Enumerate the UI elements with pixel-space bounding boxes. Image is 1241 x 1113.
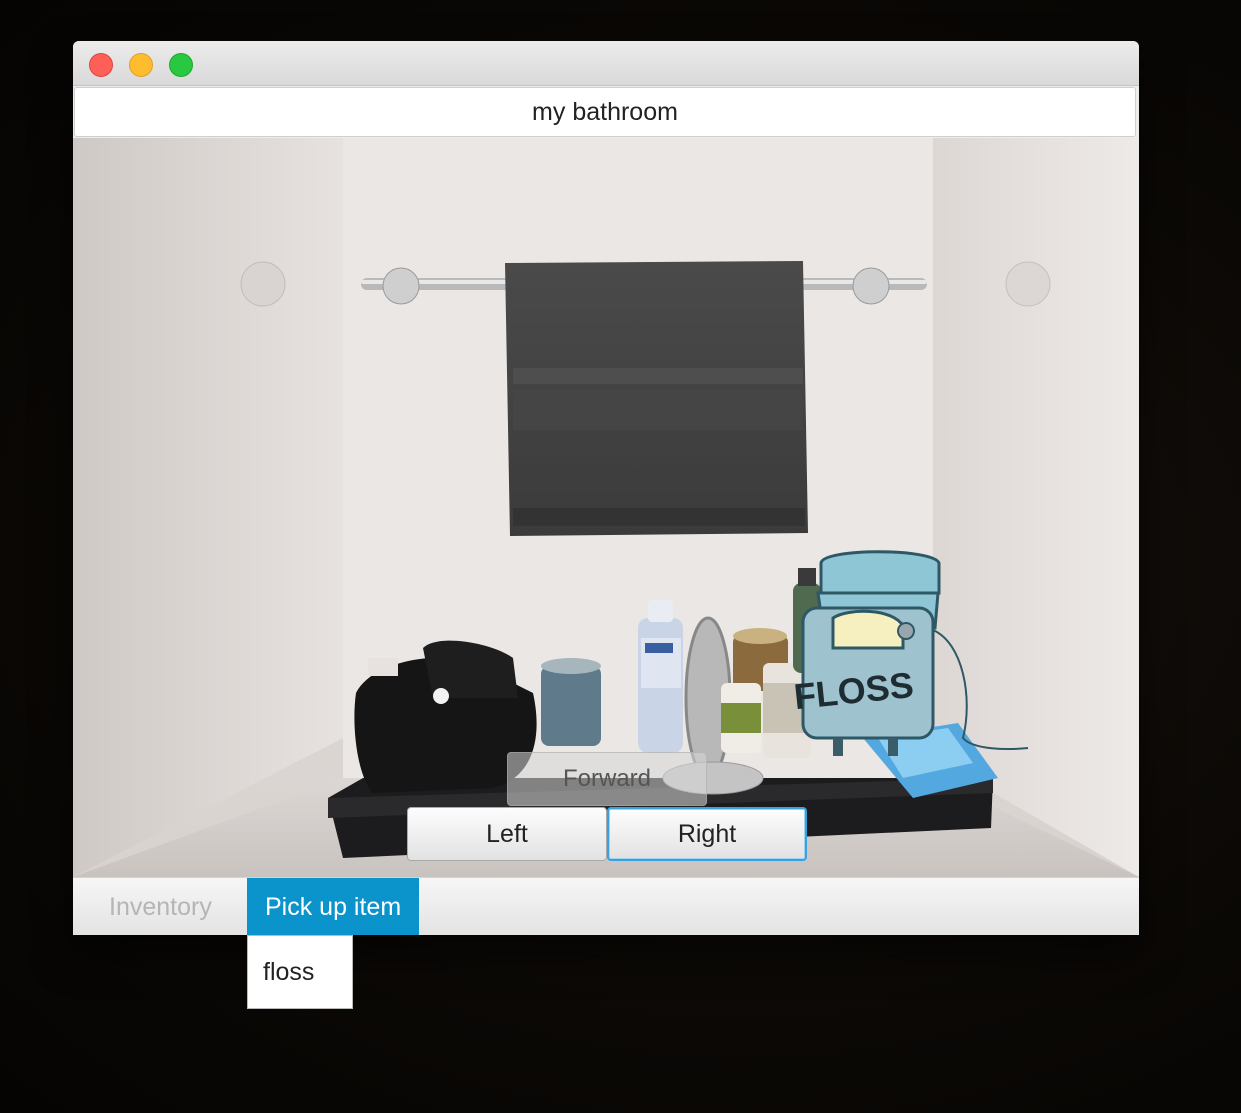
- zoom-window-button[interactable]: [169, 53, 193, 77]
- title-bar[interactable]: [73, 41, 1139, 86]
- pickup-menu-item-floss[interactable]: floss: [247, 935, 353, 1009]
- right-button[interactable]: Right: [607, 807, 807, 861]
- forward-button[interactable]: Forward: [507, 752, 707, 806]
- close-window-button[interactable]: [89, 53, 113, 77]
- app-window: my bathroom FLOSS Forward Left Right Inv…: [73, 41, 1139, 935]
- left-button[interactable]: Left: [407, 807, 607, 861]
- menu-bar: Inventory Pick up item: [73, 877, 1139, 935]
- minimize-window-button[interactable]: [129, 53, 153, 77]
- room-title: my bathroom: [74, 87, 1136, 137]
- tab-pick-up-item[interactable]: Pick up item: [247, 878, 420, 935]
- tab-inventory[interactable]: Inventory: [91, 878, 230, 935]
